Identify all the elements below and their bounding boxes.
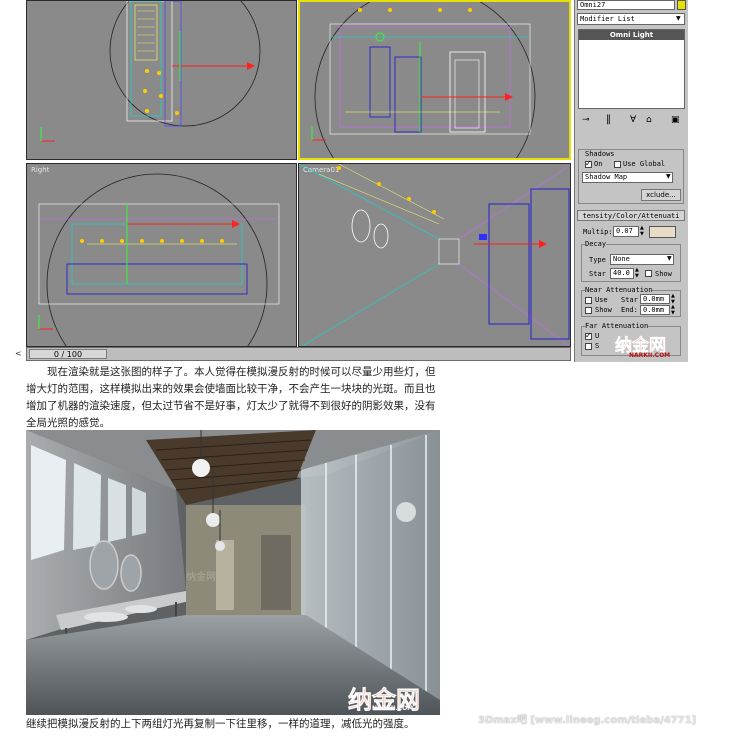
spinner-icon[interactable]: ▲ ▼ bbox=[640, 225, 644, 237]
configure-sets-icon[interactable]: ▣ bbox=[671, 115, 680, 125]
time-slider[interactable]: 0 / 100 bbox=[29, 349, 107, 359]
near-end-label: End: bbox=[621, 306, 638, 314]
exclude-button[interactable]: xclude... bbox=[641, 189, 681, 201]
article-paragraph: 现在渲染就是这张图的样子了。本人觉得在模拟漫反射的时候可以尽量少用些灯，但增大灯… bbox=[26, 366, 436, 429]
shadow-type-dropdown[interactable]: Shadow Map bbox=[582, 172, 673, 183]
wireframe-right-view bbox=[38, 173, 280, 346]
svg-text:纳金网: 纳金网 bbox=[186, 570, 216, 583]
footer-watermark: 3Dmax吧 [www.lineeg.com/tieba/4771] bbox=[478, 715, 697, 726]
multiplier-label: Multip: bbox=[583, 228, 613, 236]
decay-title: Decay bbox=[585, 240, 607, 248]
multiplier-field[interactable]: 0.07 bbox=[613, 226, 639, 237]
object-color-swatch[interactable] bbox=[677, 0, 686, 10]
near-show-checkbox[interactable] bbox=[585, 307, 592, 314]
viewport-bottom-right[interactable]: Camera01 bbox=[298, 163, 571, 347]
shadows-title: Shadows bbox=[585, 150, 615, 158]
decay-start-field[interactable]: 40.0 bbox=[610, 268, 634, 279]
intensity-rollout-header[interactable]: tensity/Color/Attenuati bbox=[577, 210, 685, 221]
decay-show-checkbox[interactable] bbox=[645, 270, 652, 277]
decay-start-label: Star bbox=[589, 270, 606, 278]
command-panel: Omni27 Modifier List ▼ Omni Light ⊸ ‖ ∀ … bbox=[574, 0, 688, 362]
bathroom-render: 纳金网 bbox=[26, 430, 440, 715]
viewport-bottom-left[interactable]: Right bbox=[26, 163, 297, 347]
near-show-label: Show bbox=[595, 306, 612, 314]
use-global-label: Use Global bbox=[623, 160, 666, 168]
modifier-stack[interactable]: Omni Light bbox=[578, 29, 685, 109]
time-slider-track[interactable]: < 0 / 100 bbox=[15, 347, 571, 361]
show-end-result-icon[interactable]: ‖ bbox=[606, 114, 611, 125]
far-attenuation-title: Far Attenuation bbox=[585, 322, 649, 330]
wireframe-camera-view bbox=[299, 164, 570, 346]
near-start-field[interactable]: 0.0mm bbox=[640, 294, 670, 304]
chevron-down-icon: ▼ bbox=[676, 15, 681, 22]
wireframe-top-view bbox=[40, 1, 261, 142]
use-global-checkbox[interactable] bbox=[614, 161, 621, 168]
pin-stack-icon[interactable]: ⊸ bbox=[582, 115, 590, 125]
far-use-checkbox[interactable] bbox=[585, 331, 592, 340]
wireframe-front-view bbox=[311, 2, 536, 158]
decay-show-label: Show bbox=[655, 270, 672, 278]
spinner-icon[interactable]: ▲ ▼ bbox=[671, 304, 675, 316]
time-prev-arrow[interactable]: < bbox=[15, 349, 25, 359]
near-start-label: Star bbox=[621, 296, 638, 304]
near-use-label: Use bbox=[595, 296, 608, 304]
decay-type-dropdown[interactable]: None bbox=[610, 254, 674, 265]
shadows-on-label: On bbox=[594, 160, 603, 168]
chevron-down-icon: ▼ bbox=[666, 173, 671, 180]
article-paragraph-2: 继续把模拟漫反射的上下两组灯光再复制一下往里移，一样的道理，减低光的强度。 bbox=[26, 718, 415, 730]
render-image: 纳金网 纳金网 NARKII.COM bbox=[26, 430, 440, 715]
stack-toolbar: ⊸ ‖ ∀ ⌂ ▣ bbox=[578, 114, 685, 128]
make-unique-icon[interactable]: ∀ bbox=[630, 115, 636, 125]
modifier-list-dropdown[interactable]: Modifier List bbox=[577, 13, 685, 25]
near-use-checkbox[interactable] bbox=[585, 297, 592, 304]
shadows-on-checkbox[interactable] bbox=[585, 159, 592, 168]
near-end-field[interactable]: 0.0mm bbox=[640, 305, 670, 315]
viewport-top-left[interactable] bbox=[26, 0, 297, 160]
light-color-swatch[interactable] bbox=[649, 226, 676, 238]
far-show-checkbox[interactable] bbox=[585, 343, 592, 350]
render-watermark-url: NARKII.COM bbox=[372, 705, 414, 712]
remove-modifier-icon[interactable]: ⌂ bbox=[646, 115, 652, 125]
spinner-icon[interactable]: ▲ ▼ bbox=[635, 267, 639, 279]
decay-type-label: Type bbox=[589, 256, 606, 264]
near-attenuation-title: Near Attenuation bbox=[585, 286, 653, 294]
stack-item-omni-light[interactable]: Omni Light bbox=[579, 30, 684, 40]
far-use-label: U bbox=[595, 332, 600, 340]
object-name-field[interactable]: Omni27 bbox=[577, 0, 675, 10]
narkii-logo-url: NARKII.COM bbox=[629, 352, 671, 359]
chevron-down-icon: ▼ bbox=[667, 255, 672, 262]
viewport-top-right[interactable] bbox=[298, 0, 571, 160]
far-show-label: S bbox=[595, 342, 600, 350]
